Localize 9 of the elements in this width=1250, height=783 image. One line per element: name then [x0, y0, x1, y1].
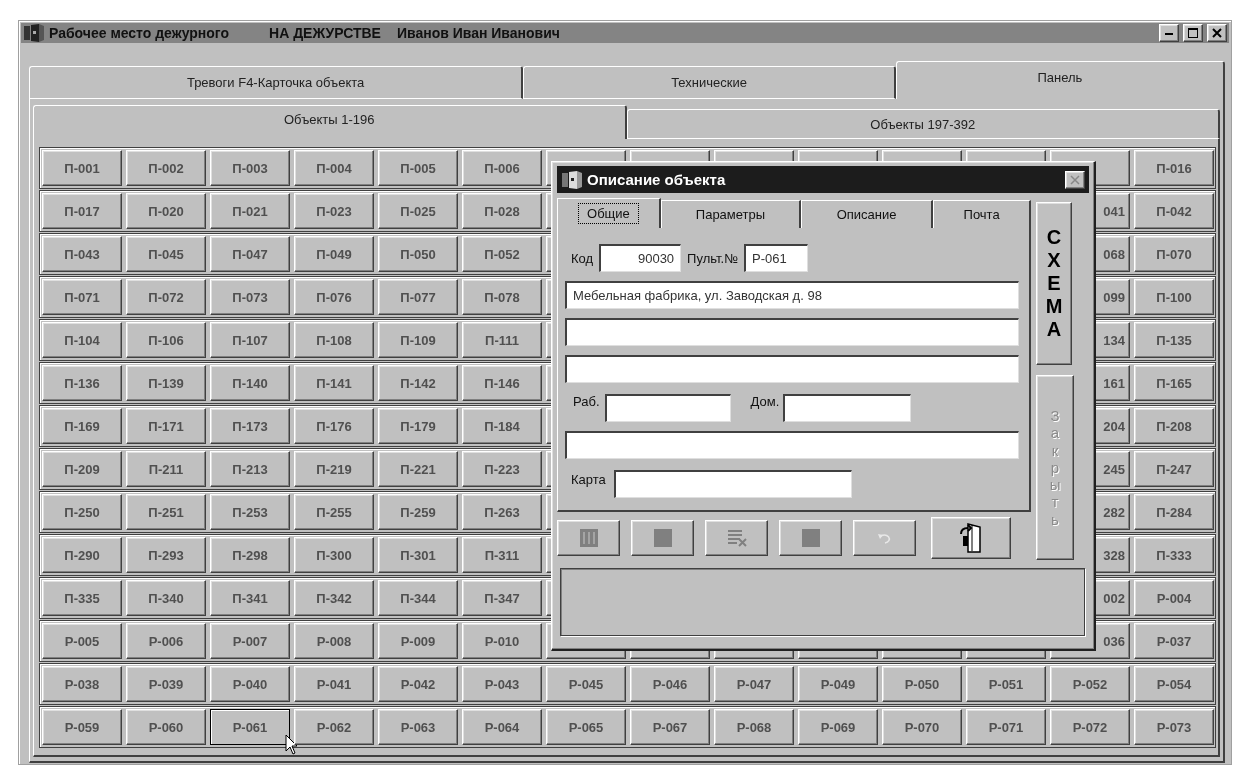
window-title: Рабочее место дежурного	[49, 25, 229, 41]
field-label: Код	[571, 250, 594, 266]
field-label: Карта	[571, 472, 606, 487]
field-label: Дом.	[750, 394, 780, 409]
field-label: Раб.	[573, 394, 600, 409]
field-label: Пульт.№	[687, 250, 739, 266]
dialog-title: Описание объекта	[587, 171, 727, 188]
duty-status: НА ДЕЖУРСТВЕ	[269, 25, 381, 41]
user-name: Иванов Иван Иванович	[396, 25, 560, 41]
